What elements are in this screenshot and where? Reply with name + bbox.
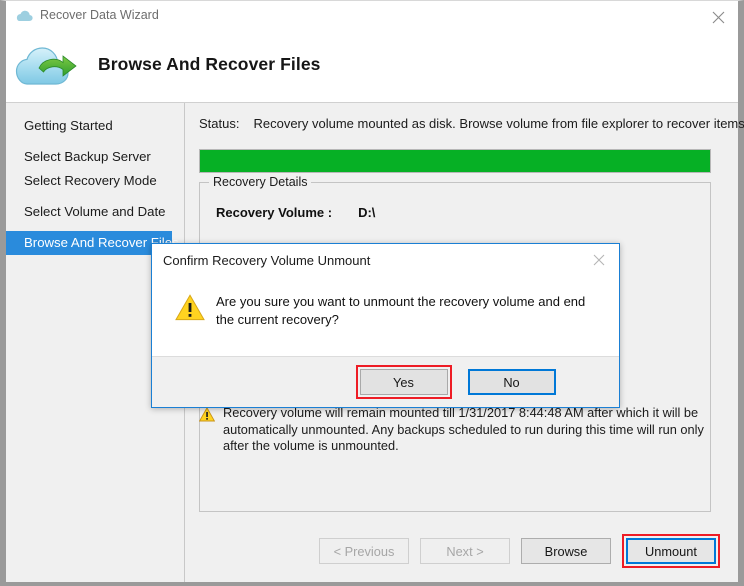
yes-button-highlight: Yes — [355, 365, 452, 399]
cloud-icon — [16, 10, 33, 21]
wizard-button-row: < Previous Next > Browse Unmount — [185, 534, 738, 568]
dialog-titlebar: Confirm Recovery Volume Unmount — [152, 244, 619, 277]
recovery-volume-row: Recovery Volume : D:\ — [216, 205, 375, 220]
dialog-message: Are you sure you want to unmount the rec… — [216, 294, 586, 327]
dialog-close-glyph — [593, 254, 605, 265]
window-title: Recover Data Wizard — [40, 8, 159, 22]
dialog-close-icon[interactable] — [579, 244, 619, 275]
progress-bar — [199, 149, 711, 173]
status-row: Status: Recovery volume mounted as disk.… — [199, 116, 744, 131]
recovery-volume-value: D:\ — [358, 205, 376, 220]
recovery-volume-label: Recovery Volume : — [216, 205, 333, 220]
confirm-unmount-dialog: Confirm Recovery Volume Unmount Are you … — [151, 243, 620, 408]
page-title: Browse And Recover Files — [98, 54, 321, 74]
sidebar-item-select-recovery-mode[interactable]: Select Recovery Mode — [6, 169, 184, 193]
dialog-title: Confirm Recovery Volume Unmount — [163, 253, 371, 268]
close-icon[interactable] — [698, 1, 738, 34]
status-label: Status: — [199, 116, 240, 131]
sidebar-item-select-volume-and-date[interactable]: Select Volume and Date — [6, 200, 184, 224]
sidebar-item-browse-and-recover-files[interactable]: Browse And Recover Files — [6, 231, 179, 255]
browse-button[interactable]: Browse — [521, 538, 611, 564]
unmount-button[interactable]: Unmount — [626, 538, 716, 564]
close-glyph — [712, 11, 724, 24]
warning-triangle-icon — [175, 294, 205, 321]
no-button[interactable]: No — [467, 369, 556, 395]
yes-button[interactable]: Yes — [359, 369, 448, 395]
previous-button: < Previous — [319, 538, 409, 564]
next-button: Next > — [420, 538, 510, 564]
footnote-warning: Recovery volume will remain mounted till… — [199, 405, 705, 455]
warning-icon — [199, 407, 215, 422]
recover-data-wizard-window: Recover Data Wizard Browse And Recover F… — [0, 0, 744, 586]
cloud-recover-icon — [15, 47, 77, 85]
unmount-button-highlight: Unmount — [622, 534, 720, 568]
dialog-footer: Yes No — [152, 356, 619, 407]
status-text: Recovery volume mounted as disk. Browse … — [253, 116, 744, 131]
window-titlebar: Recover Data Wizard — [6, 1, 738, 34]
recovery-details-legend: Recovery Details — [209, 175, 312, 189]
footnote-text: Recovery volume will remain mounted till… — [223, 405, 704, 453]
sidebar-item-select-backup-server[interactable]: Select Backup Server — [6, 145, 184, 169]
dialog-content: Are you sure you want to unmount the rec… — [152, 277, 619, 356]
page-header: Browse And Recover Files — [6, 34, 738, 103]
titlebar-left-group: Recover Data Wizard — [16, 8, 159, 22]
sidebar-item-getting-started[interactable]: Getting Started — [6, 114, 184, 138]
